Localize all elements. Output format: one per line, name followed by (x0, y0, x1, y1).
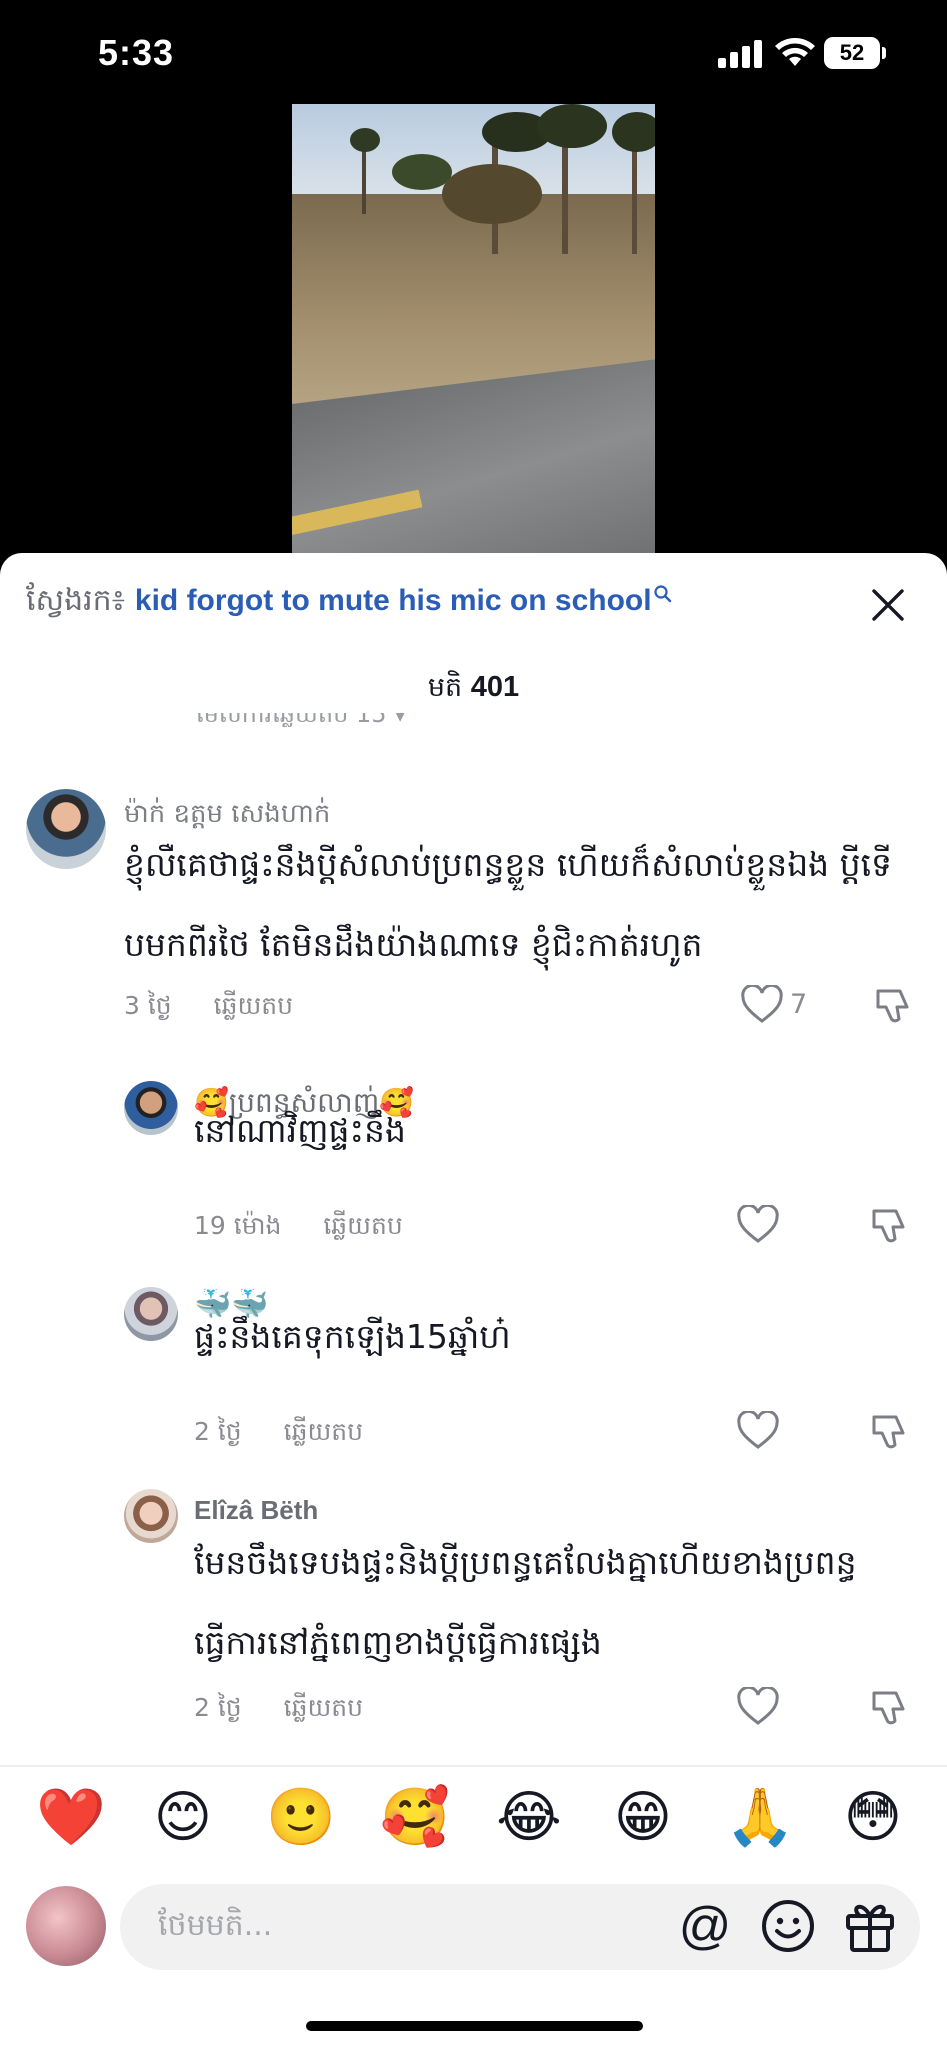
my-avatar[interactable] (26, 1886, 106, 1966)
search-prefix: ស្វែងរក៖ (26, 583, 125, 618)
avatar[interactable] (124, 1287, 178, 1341)
status-bar: 5:33 52 (0, 0, 947, 110)
comment-time: 19 ម៉ោង (194, 1211, 282, 1240)
comment-meta: 2 ថ្ងៃ ឆ្លើយតប (194, 1693, 363, 1729)
status-time: 5:33 (98, 32, 175, 73)
heart-icon[interactable] (736, 1411, 780, 1451)
signal-icon (718, 40, 762, 68)
heart-icon[interactable] (740, 985, 784, 1025)
avatar[interactable] (124, 1489, 178, 1543)
wifi-icon (775, 38, 815, 66)
comment-text: នៅណាវិញផ្ទះនឹង (194, 1111, 406, 1150)
comment-sheet: ស្វែងរក៖ kid forgot to mute his mic on sc… (0, 553, 947, 2048)
mention-button[interactable]: @ (675, 1896, 735, 1956)
emoji-picker-icon[interactable] (760, 1898, 816, 1954)
emoji-flushed[interactable]: 😳 (840, 1785, 906, 1851)
avatar[interactable] (26, 789, 106, 869)
comment: ម៉ាក់ ឧត្តម សេងហាក់ ខ្ញុំលឺគេថាផ្ទះនឹងប្… (0, 789, 947, 1029)
comment-time: 2 ថ្ងៃ (194, 1417, 242, 1446)
emoji-pray[interactable]: 🙏 (725, 1785, 795, 1851)
view-replies-cutoff[interactable]: មើលការឆ្លើយតប 15 ▾ (196, 713, 456, 727)
comment-meta: 3 ថ្ងៃ ឆ្លើយតប (124, 991, 293, 1027)
reply-button[interactable]: ឆ្លើយតប (214, 991, 293, 1020)
dislike-icon[interactable] (868, 1687, 910, 1727)
comment-input-row: ថែមមតិ... @ (0, 1878, 947, 1988)
battery-icon: 52 (824, 37, 886, 69)
emoji-quick-bar: ❤️ 😊 🙂 🥰 😂 😁 🙏 😳 (0, 1781, 947, 1871)
comment-meta: 19 ម៉ោង ឆ្លើយតប (194, 1211, 403, 1247)
comment: 🐳🐳 ផ្ទះនឹងគេទុកឡើង15ឆ្នាំហ៎ 2 ថ្ងៃ ឆ្លើយត… (0, 1287, 947, 1449)
home-indicator (306, 2021, 643, 2031)
like-count: 7 (790, 989, 808, 1020)
comments-label: មតិ (427, 672, 463, 703)
dislike-icon[interactable] (872, 985, 914, 1025)
comments-count: មតិ 401 (0, 671, 947, 710)
search-suggestion[interactable]: ស្វែងរក៖ kid forgot to mute his mic on sc… (26, 581, 906, 631)
dislike-icon[interactable] (868, 1411, 910, 1451)
comment-time: 3 ថ្ងៃ (124, 991, 172, 1020)
emoji-smiling[interactable]: 😊 (150, 1785, 216, 1851)
emoji-grin[interactable]: 😁 (610, 1785, 676, 1851)
comment-text: ខ្ញុំលឺគេថាផ្ទះនឹងប្តីសំលាប់ប្រពន្ធខ្លួន… (124, 845, 892, 964)
comment-input[interactable]: ថែមមតិ... @ (120, 1884, 920, 1970)
comments-number: 401 (470, 671, 520, 703)
battery-level: 52 (824, 37, 880, 69)
gift-icon[interactable] (842, 1896, 898, 1954)
comment-username[interactable]: Elîzâ Bëth (194, 1495, 318, 1526)
close-icon[interactable] (866, 583, 910, 627)
reply-button[interactable]: ឆ្លើយតប (284, 1693, 363, 1722)
emoji-tears-of-joy[interactable]: 😂 (496, 1785, 562, 1851)
comment-time: 2 ថ្ងៃ (194, 1693, 242, 1722)
search-query[interactable]: kid forgot to mute his mic on school (135, 584, 652, 617)
emoji-heart[interactable]: ❤️ (36, 1785, 106, 1851)
emoji-hearts-face[interactable]: 🥰 (380, 1785, 450, 1851)
avatar[interactable] (124, 1081, 178, 1135)
comment-input-placeholder: ថែមមតិ... (158, 1908, 273, 1943)
comment-meta: 2 ថ្ងៃ ឆ្លើយតប (194, 1417, 363, 1453)
search-icon (653, 585, 671, 603)
comment: Elîzâ Bëth មែនចឹងទេបងផ្ទះនិងប្តីប្រពន្ធគ… (0, 1489, 947, 1739)
dislike-icon[interactable] (868, 1205, 910, 1245)
comment: 🥰ប្រពន្ធសំលាញ់🥰 នៅណាវិញផ្ទះនឹង 19 ម៉ោង ឆ្… (0, 1081, 947, 1243)
comment-text: ផ្ទះនឹងគេទុកឡើង15ឆ្នាំហ៎ (194, 1317, 511, 1356)
video-preview[interactable] (292, 104, 655, 564)
emoji-slight-smile[interactable]: 🙂 (266, 1785, 336, 1851)
divider (0, 1765, 947, 1767)
heart-icon[interactable] (736, 1205, 780, 1245)
comment-text: មែនចឹងទេបងផ្ទះនិងប្តីប្រពន្ធគេលែងគ្នាហើយ… (194, 1543, 857, 1662)
heart-icon[interactable] (736, 1687, 780, 1727)
reply-button[interactable]: ឆ្លើយតប (284, 1417, 363, 1446)
reply-button[interactable]: ឆ្លើយតប (323, 1211, 402, 1240)
